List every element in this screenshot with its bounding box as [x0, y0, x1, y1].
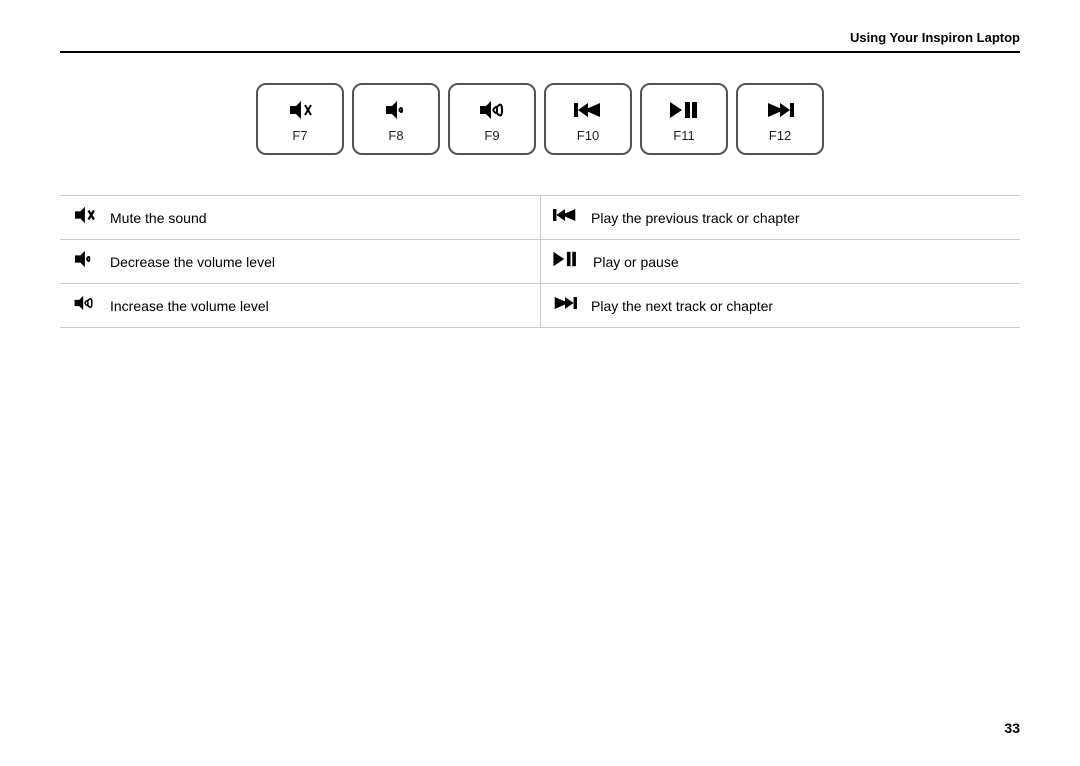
vol-up-key-icon [478, 100, 506, 124]
legend-play-pause-icon [553, 250, 579, 273]
play-pause-key-icon [670, 100, 698, 124]
page: Using Your Inspiron Laptop F7 F8 [0, 0, 1080, 766]
legend-play-pause-text: Play or pause [593, 254, 679, 270]
header-title: Using Your Inspiron Laptop [850, 30, 1020, 45]
key-f10: F10 [544, 83, 632, 155]
key-f7: F7 [256, 83, 344, 155]
legend-next-icon [553, 294, 577, 317]
legend-next: Play the next track or chapter [540, 284, 1020, 328]
mute-key-icon [288, 100, 312, 124]
legend-prev-text: Play the previous track or chapter [591, 210, 800, 226]
keys-row: F7 F8 F9 [60, 83, 1020, 155]
legend-vol-down-text: Decrease the volume level [110, 254, 275, 270]
key-f7-label: F7 [292, 128, 307, 143]
key-f12-label: F12 [769, 128, 791, 143]
legend-vol-up: Increase the volume level [60, 284, 540, 328]
key-f11: F11 [640, 83, 728, 155]
key-f8: F8 [352, 83, 440, 155]
legend-next-text: Play the next track or chapter [591, 298, 773, 314]
vol-down-key-icon [384, 100, 408, 124]
page-number: 33 [1004, 720, 1020, 736]
legend-table: Mute the sound Play the previous track o… [60, 195, 1020, 328]
legend-mute: Mute the sound [60, 196, 540, 240]
key-f10-label: F10 [577, 128, 599, 143]
legend-vol-up-text: Increase the volume level [110, 298, 269, 314]
legend-play-pause: Play or pause [540, 240, 1020, 284]
legend-prev: Play the previous track or chapter [540, 196, 1020, 240]
page-header: Using Your Inspiron Laptop [60, 30, 1020, 53]
next-key-icon [766, 100, 794, 124]
prev-key-icon [574, 100, 602, 124]
key-f8-label: F8 [388, 128, 403, 143]
legend-vol-down: Decrease the volume level [60, 240, 540, 284]
key-f9: F9 [448, 83, 536, 155]
key-f11-label: F11 [673, 128, 694, 143]
legend-prev-icon [553, 206, 577, 229]
legend-vol-down-icon [72, 250, 96, 273]
key-f9-label: F9 [484, 128, 499, 143]
legend-mute-text: Mute the sound [110, 210, 207, 226]
key-f12: F12 [736, 83, 824, 155]
legend-vol-up-icon [72, 294, 96, 317]
legend-mute-icon [72, 206, 96, 229]
